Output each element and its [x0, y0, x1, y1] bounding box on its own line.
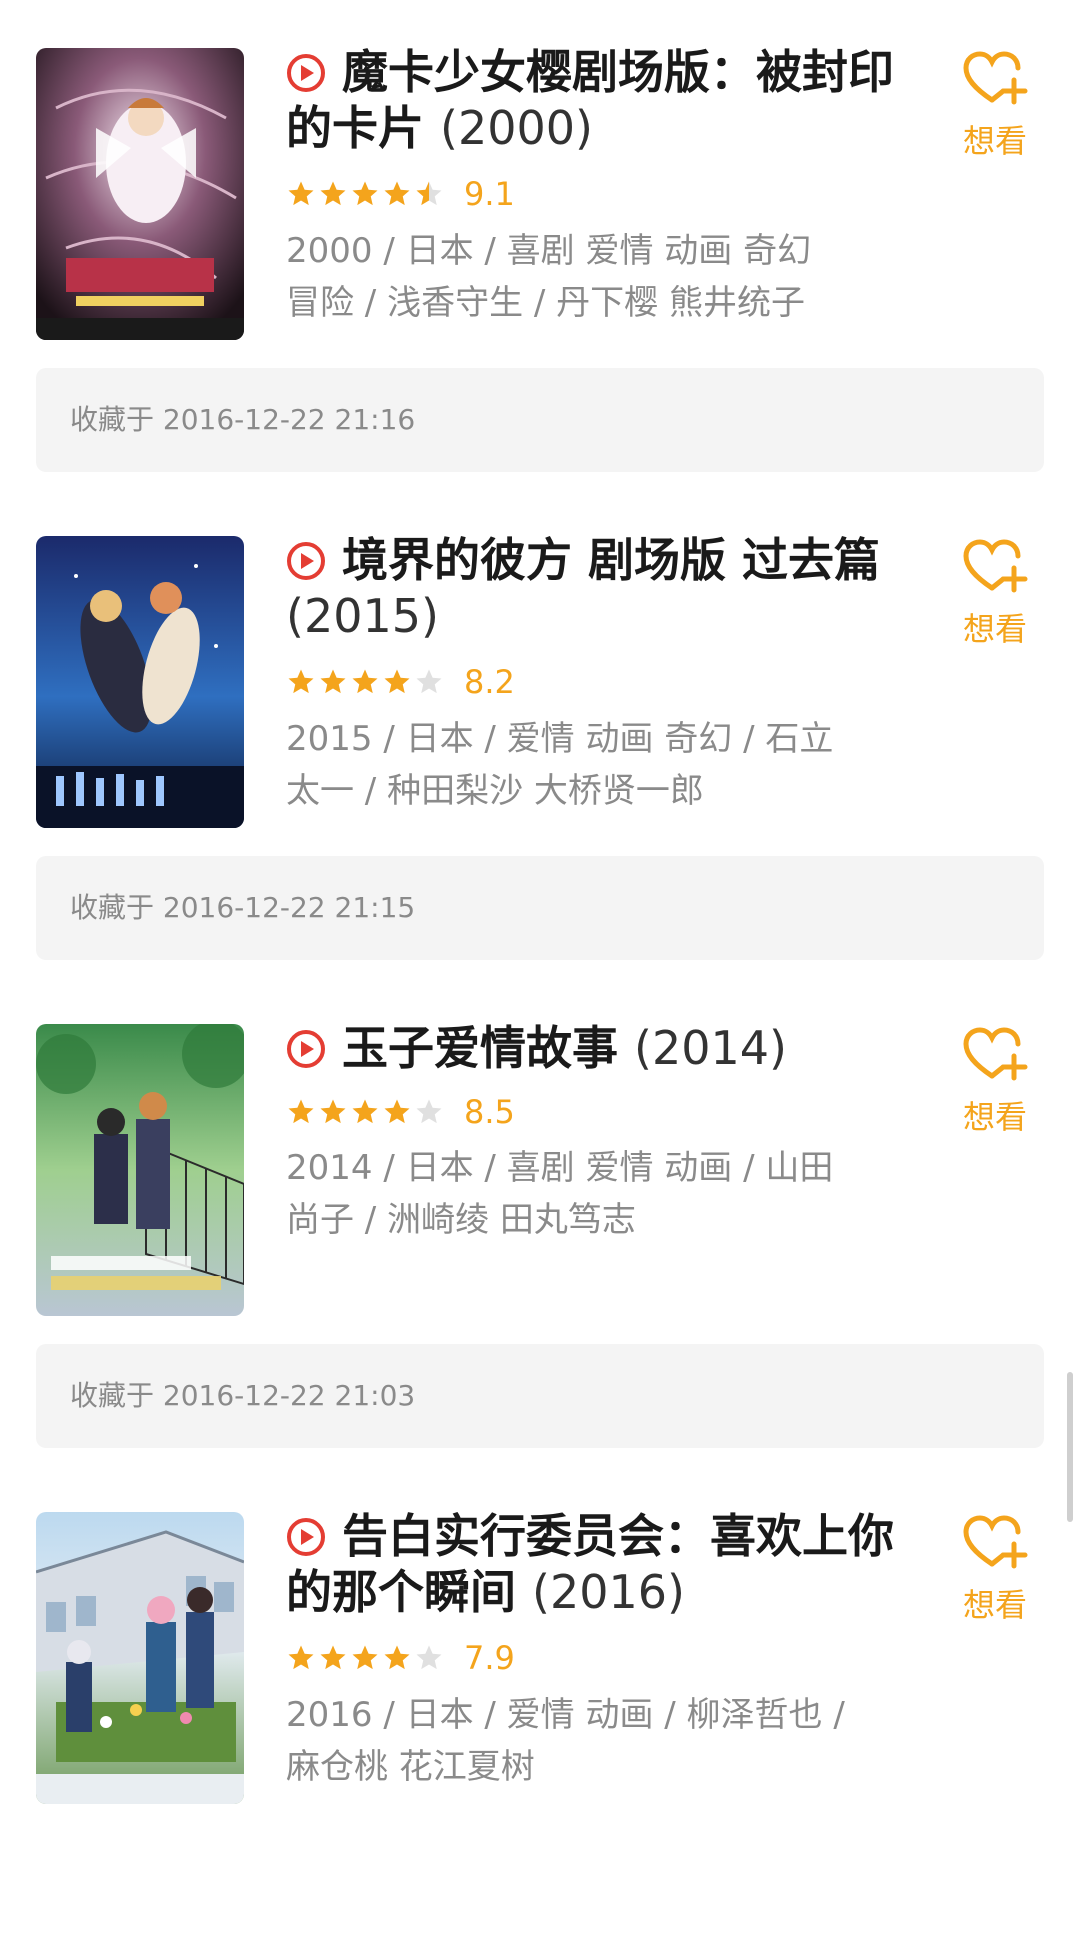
play-icon	[287, 1518, 325, 1556]
want-to-watch-label: 想看	[962, 1098, 1027, 1136]
movie-meta: 2015 / 日本 / 爱情 动画 奇幻 / 石立 太一 / 种田梨沙 大桥贤一…	[286, 713, 886, 817]
rating-row: 8.5	[286, 1088, 515, 1136]
scrollbar[interactable]	[1067, 1372, 1073, 1522]
star-full-icon	[288, 669, 314, 694]
movie-title[interactable]: 玉子爱情故事 (2014)	[286, 1020, 896, 1076]
heart-plus-icon	[963, 539, 1028, 593]
collected-bar: 收藏于 2016-12-22 21:03	[36, 1344, 1044, 1448]
movie-item[interactable]: 玉子爱情故事 (2014) 8.5 2014 / 日本 / 喜剧 爱情 动画 /…	[0, 976, 1080, 1464]
year-text: (2014)	[634, 1021, 787, 1075]
movie-meta: 2014 / 日本 / 喜剧 爱情 动画 / 山田 尚子 / 洲崎绫 田丸笃志	[286, 1142, 886, 1246]
heart-plus-icon	[963, 1027, 1028, 1081]
year-text: (2016)	[532, 1565, 685, 1619]
meta-line: 2014 / 日本 / 喜剧 爱情 动画 / 山田	[286, 1148, 834, 1188]
star-full-icon	[288, 181, 314, 206]
want-to-watch-button[interactable]: 想看	[950, 1514, 1040, 1626]
year-text: (2000)	[440, 101, 593, 155]
play-icon	[287, 542, 325, 580]
movie-poster[interactable]	[36, 536, 244, 828]
star-full-icon	[320, 1099, 346, 1124]
meta-line: 麻仓桃 花江夏树	[286, 1747, 535, 1787]
want-to-watch-button[interactable]: 想看	[950, 50, 1040, 162]
star-empty-icon	[416, 669, 442, 694]
title-text: 境界的彼方 剧场版 过去篇	[342, 533, 881, 587]
collected-time: 收藏于 2016-12-22 21:15	[70, 891, 416, 924]
rating-stars	[286, 179, 446, 209]
rating-score: 8.2	[464, 663, 515, 701]
movie-poster[interactable]	[36, 1024, 244, 1316]
collected-bar: 收藏于 2016-12-22 21:15	[36, 856, 1044, 960]
title-text: 玉子爱情故事	[342, 1021, 618, 1075]
star-empty-icon	[416, 1645, 442, 1670]
star-full-icon	[320, 1645, 346, 1670]
star-half-icon	[416, 181, 442, 206]
want-to-watch-label: 想看	[962, 610, 1027, 648]
rating-stars	[286, 1097, 446, 1127]
movie-poster[interactable]	[36, 48, 244, 340]
movie-item[interactable]: 告白实行委员会：喜欢上你的那个瞬间 (2016) 7.9 2016 / 日本 /…	[0, 1464, 1080, 1952]
poster-image	[36, 536, 244, 828]
want-to-watch-button[interactable]: 想看	[950, 1026, 1040, 1138]
poster-image	[36, 1512, 244, 1804]
meta-line: 尚子 / 洲崎绫 田丸笃志	[286, 1200, 636, 1240]
rating-score: 9.1	[464, 175, 515, 213]
movie-item[interactable]: 境界的彼方 剧场版 过去篇 (2015) 8.2 2015 / 日本 / 爱情 …	[0, 488, 1080, 976]
movie-title[interactable]: 境界的彼方 剧场版 过去篇 (2015)	[286, 532, 896, 644]
movie-meta: 2000 / 日本 / 喜剧 爱情 动画 奇幻 冒险 / 浅香守生 / 丹下樱 …	[286, 225, 886, 329]
star-full-icon	[384, 1645, 410, 1670]
want-to-watch-button[interactable]: 想看	[950, 538, 1040, 650]
heart-plus-icon	[963, 1515, 1028, 1569]
star-full-icon	[320, 669, 346, 694]
star-full-icon	[288, 1099, 314, 1124]
star-full-icon	[320, 181, 346, 206]
year-text: (2015)	[286, 589, 439, 643]
play-icon	[287, 54, 325, 92]
rating-row: 7.9	[286, 1634, 515, 1682]
poster-image	[36, 1024, 244, 1316]
star-full-icon	[352, 1645, 378, 1670]
want-to-watch-label: 想看	[962, 122, 1027, 160]
movie-poster[interactable]	[36, 1512, 244, 1804]
play-icon	[287, 1030, 325, 1068]
star-full-icon	[384, 1099, 410, 1124]
star-full-icon	[288, 1645, 314, 1670]
meta-line: 2015 / 日本 / 爱情 动画 奇幻 / 石立	[286, 719, 834, 759]
heart-plus-icon	[963, 51, 1028, 105]
movie-item[interactable]: 魔卡少女樱剧场版：被封印的卡片 (2000) 9.1 2000 / 日本 / 喜…	[0, 0, 1080, 488]
star-full-icon	[352, 1099, 378, 1124]
rating-stars	[286, 1643, 446, 1673]
star-full-icon	[384, 181, 410, 206]
meta-line: 2016 / 日本 / 爱情 动画 / 柳泽哲也 /	[286, 1695, 845, 1735]
movie-meta: 2016 / 日本 / 爱情 动画 / 柳泽哲也 / 麻仓桃 花江夏树	[286, 1689, 886, 1793]
movie-title[interactable]: 告白实行委员会：喜欢上你的那个瞬间 (2016)	[286, 1508, 896, 1620]
rating-score: 7.9	[464, 1639, 515, 1677]
movie-title[interactable]: 魔卡少女樱剧场版：被封印的卡片 (2000)	[286, 44, 896, 156]
meta-line: 太一 / 种田梨沙 大桥贤一郎	[286, 771, 704, 811]
collected-time: 收藏于 2016-12-22 21:16	[70, 403, 416, 436]
star-full-icon	[352, 181, 378, 206]
star-empty-icon	[416, 1099, 442, 1124]
want-to-watch-label: 想看	[962, 1586, 1027, 1624]
collected-time: 收藏于 2016-12-22 21:03	[70, 1379, 416, 1412]
star-full-icon	[352, 669, 378, 694]
poster-image	[36, 48, 244, 340]
rating-stars	[286, 667, 446, 697]
rating-score: 8.5	[464, 1093, 515, 1131]
meta-line: 冒险 / 浅香守生 / 丹下樱 熊井统子	[286, 283, 805, 323]
rating-row: 8.2	[286, 658, 515, 706]
star-full-icon	[384, 669, 410, 694]
meta-line: 2000 / 日本 / 喜剧 爱情 动画 奇幻	[286, 231, 812, 271]
rating-row: 9.1	[286, 170, 515, 218]
collected-bar: 收藏于 2016-12-22 21:16	[36, 368, 1044, 472]
